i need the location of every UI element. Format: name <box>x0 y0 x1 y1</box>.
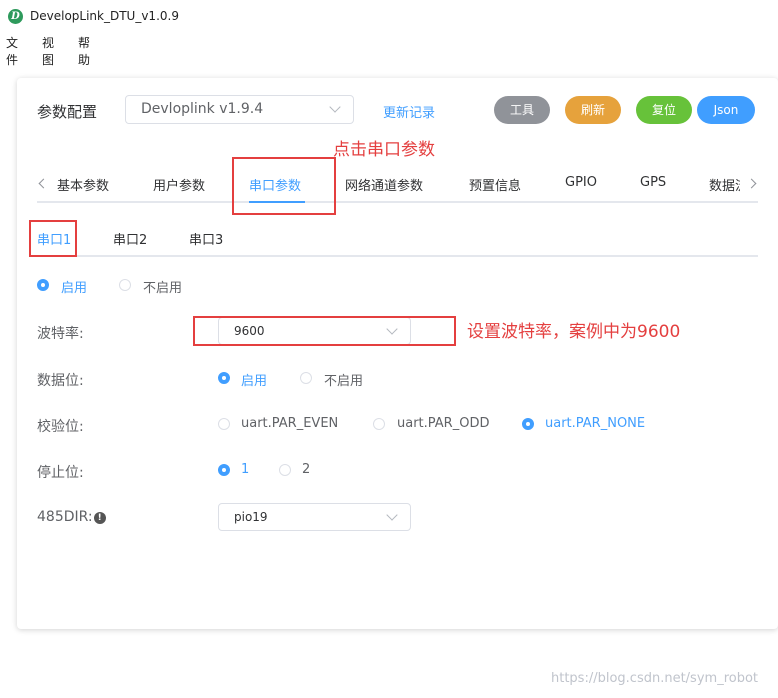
parity-even-label: uart.PAR_EVEN <box>241 416 339 431</box>
config-panel <box>17 78 778 629</box>
dir485-label: 485DIR: <box>37 509 93 525</box>
databits-radio-on[interactable] <box>218 372 230 384</box>
highlight-box-serial-tab <box>232 157 336 215</box>
app-logo-icon: D <box>8 9 23 24</box>
tab-preset[interactable]: 预置信息 <box>469 175 521 194</box>
tab-gpio[interactable]: GPIO <box>565 175 597 190</box>
window-titlebar: D DevelopLink_DTU_v1.0.9 <box>0 0 778 32</box>
tools-button[interactable]: 工具 <box>494 96 550 124</box>
enable-off-label: 不启用 <box>143 281 183 296</box>
parity-odd-label: uart.PAR_ODD <box>397 416 490 431</box>
menu-help[interactable]: 帮助 <box>78 34 90 68</box>
chevron-down-icon <box>329 101 341 113</box>
version-select-value: Devloplink v1.9.4 <box>141 101 264 117</box>
databits-off-label: 不启用 <box>324 374 364 389</box>
parity-radio-even[interactable] <box>218 418 230 430</box>
stopbits-radio-2[interactable] <box>279 464 291 476</box>
stopbits-label: 停止位: <box>37 465 84 481</box>
enable-radio-off[interactable] <box>119 279 131 291</box>
menu-file[interactable]: 文件 <box>6 34 18 68</box>
chevron-down-icon <box>386 509 398 521</box>
watermark: https://blog.csdn.net/sym_robot <box>551 671 759 686</box>
stopbits-radio-1[interactable] <box>218 464 230 476</box>
tab-data[interactable]: 数据流 <box>709 179 740 194</box>
json-button[interactable]: Json <box>697 96 755 124</box>
parity-label: 校验位: <box>37 419 84 435</box>
dir485-label-row: 485DIR:! <box>37 509 106 525</box>
enable-radio-on[interactable] <box>37 279 49 291</box>
databits-on-label: 启用 <box>241 374 268 389</box>
tab-gps[interactable]: GPS <box>640 175 666 190</box>
dir485-value: pio19 <box>234 510 268 524</box>
window-title: DevelopLink_DTU_v1.0.9 <box>30 9 179 23</box>
sub-tabs-divider <box>37 255 758 257</box>
version-select[interactable]: Devloplink v1.9.4 <box>125 95 354 124</box>
config-label: 参数配置 <box>37 103 98 121</box>
subtab-serial-3[interactable]: 串口3 <box>189 229 223 248</box>
reset-button[interactable]: 复位 <box>636 96 692 124</box>
parity-radio-none[interactable] <box>522 418 534 430</box>
highlight-box-serial-1 <box>29 220 77 257</box>
parity-radio-odd[interactable] <box>373 418 385 430</box>
tab-basic[interactable]: 基本参数 <box>57 175 109 194</box>
dir485-select[interactable]: pio19 <box>218 503 411 531</box>
parity-none-label: uart.PAR_NONE <box>545 416 646 431</box>
stopbits-2-label: 2 <box>302 462 311 477</box>
main-tabs-divider <box>37 201 758 203</box>
menu-view[interactable]: 视图 <box>42 34 54 68</box>
refresh-button[interactable]: 刷新 <box>565 96 621 124</box>
annotation-click-serial: 点击串口参数 <box>333 140 435 160</box>
info-icon[interactable]: ! <box>93 512 106 524</box>
annotation-set-baud: 设置波特率，案例中为9600 <box>467 322 681 342</box>
enable-on-label: 启用 <box>61 281 88 296</box>
stopbits-1-label: 1 <box>241 462 250 477</box>
subtab-serial-2[interactable]: 串口2 <box>113 229 147 248</box>
highlight-box-baud <box>193 316 456 346</box>
changelog-link[interactable]: 更新记录 <box>383 102 435 121</box>
tab-data-clip: 数据流 <box>709 175 740 194</box>
databits-radio-off[interactable] <box>300 372 312 384</box>
tab-network[interactable]: 网络通道参数 <box>345 175 423 194</box>
databits-label: 数据位: <box>37 373 84 389</box>
baud-label: 波特率: <box>37 326 84 342</box>
tab-user[interactable]: 用户参数 <box>153 175 205 194</box>
